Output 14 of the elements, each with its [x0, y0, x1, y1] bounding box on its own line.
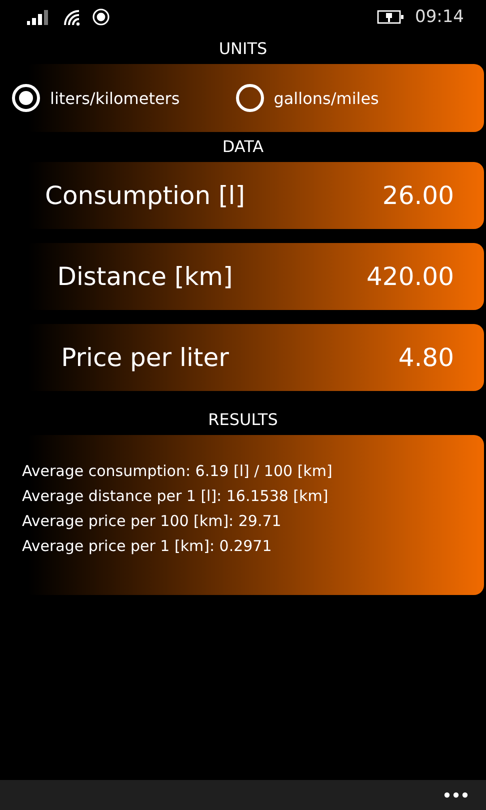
radio-option[interactable]: gallons/miles: [236, 84, 379, 112]
section-title: RESULTS: [208, 409, 278, 431]
result-text: Average price per 100 [km]: 29.71: [22, 511, 282, 532]
section-title: DATA: [222, 136, 264, 158]
result-text: Average consumption: 6.19 [l] / 100 [km]: [22, 461, 334, 482]
wifi-icon: [62, 8, 82, 26]
location-icon: [92, 8, 110, 26]
more-icon[interactable]: [444, 792, 468, 798]
battery-charging-icon: [377, 9, 405, 25]
clock-time: 09:14: [415, 7, 464, 27]
radio-option[interactable]: liters/kilometers: [12, 84, 180, 112]
result-text: Average price per 1 [km]: 0.2971: [22, 536, 273, 557]
result-text: Average distance per 1 [l]: 16.1538 [km]: [22, 486, 330, 507]
section-title: UNITS: [218, 38, 268, 60]
